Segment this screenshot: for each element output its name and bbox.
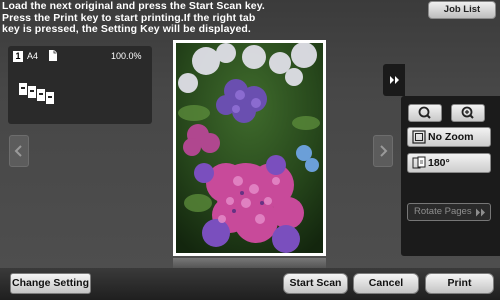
no-zoom-button[interactable]: No Zoom — [407, 127, 491, 147]
start-scan-button[interactable]: Start Scan — [283, 273, 348, 294]
magnify-plus-icon — [461, 106, 474, 119]
rotate-label: 180° — [428, 157, 450, 169]
chevron-left-icon — [14, 145, 22, 157]
page-frame-icon — [412, 130, 426, 144]
zoom-value: 100.0% — [111, 51, 142, 61]
instruction-message: Load the next original and press the Sta… — [0, 0, 420, 40]
change-setting-button[interactable]: Change Setting — [10, 273, 91, 294]
rotate-pages-button[interactable]: Rotate Pages — [407, 203, 491, 221]
document-info-panel: 1 A4 100.0% — [8, 46, 152, 124]
scan-preview — [173, 40, 326, 256]
previous-page-button[interactable] — [9, 135, 29, 167]
hydrangea-preview-image — [176, 43, 323, 253]
page-number-badge: 1 — [13, 51, 23, 62]
cancel-button[interactable]: Cancel — [353, 273, 419, 294]
rotate-180-button[interactable]: 180° — [407, 153, 491, 173]
print-button[interactable]: Print — [425, 273, 494, 294]
no-zoom-label: No Zoom — [428, 131, 474, 143]
magnify-icon — [418, 106, 431, 119]
setting-key-tab[interactable] — [383, 64, 405, 96]
next-page-button[interactable] — [373, 135, 393, 167]
rotate-pages-label: Rotate Pages — [414, 206, 472, 217]
job-list-button[interactable]: Job List — [428, 1, 496, 19]
zoom-in-button[interactable] — [451, 104, 485, 122]
double-chevron-right-icon — [476, 208, 485, 217]
chevron-right-icon — [380, 145, 388, 157]
zoom-out-button[interactable] — [408, 104, 442, 122]
double-chevron-right-icon — [390, 76, 399, 84]
instruction-line-3: key is pressed, the Setting Key will be … — [2, 23, 251, 36]
page-stack-icon — [19, 83, 54, 104]
page-orientation-icon — [49, 50, 57, 61]
paper-size-label: A4 — [27, 51, 39, 61]
rotate-icon — [412, 156, 426, 169]
instruction-line-1: Load the next original and press the Sta… — [2, 0, 265, 12]
